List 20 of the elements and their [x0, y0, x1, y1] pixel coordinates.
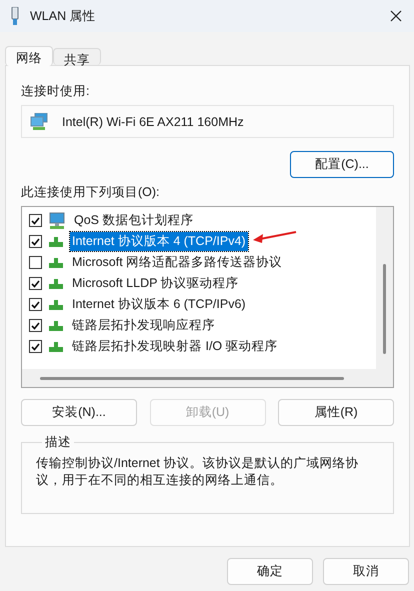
list-item[interactable]: Microsoft LLDP 协议驱动程序: [70, 274, 241, 293]
items-label: 此连接使用下列项目(O):: [21, 184, 161, 200]
list-item[interactable]: Microsoft 网络适配器多路传送器协议: [70, 253, 284, 272]
connect-using-label: 连接时使用:: [21, 83, 90, 99]
item-button[interactable]: 属性(R): [278, 399, 394, 426]
dialog-button[interactable]: 确定: [227, 558, 313, 585]
list-item[interactable]: 链路层拓扑发现响应程序: [70, 316, 217, 335]
list-item[interactable]: Internet 协议版本 4 (TCP/IPv4): [70, 232, 248, 251]
item-button[interactable]: 安装(N)...: [21, 399, 137, 426]
description-text: 传输控制协议/Internet 协议。该协议是默认的广域网络协议，用于在不同的相互连接的网络上通信。: [36, 455, 360, 489]
list-item[interactable]: 链路层拓扑发现映射器 I/O 驱动程序: [70, 337, 280, 356]
list-item[interactable]: QoS 数据包计划程序: [72, 211, 196, 230]
list-item[interactable]: Internet 协议版本 6 (TCP/IPv6): [70, 295, 248, 314]
tab[interactable]: 共享: [53, 48, 101, 65]
dialog-button[interactable]: 取消: [323, 558, 409, 585]
tab[interactable]: 网络: [5, 46, 53, 66]
adapter-name: Intel(R) Wi-Fi 6E AX211 160MHz: [62, 114, 244, 128]
description-title: 描述: [44, 434, 72, 451]
window-title: WLAN 属性: [30, 8, 97, 24]
configure-button[interactable]: 配置(C)...: [290, 151, 394, 178]
